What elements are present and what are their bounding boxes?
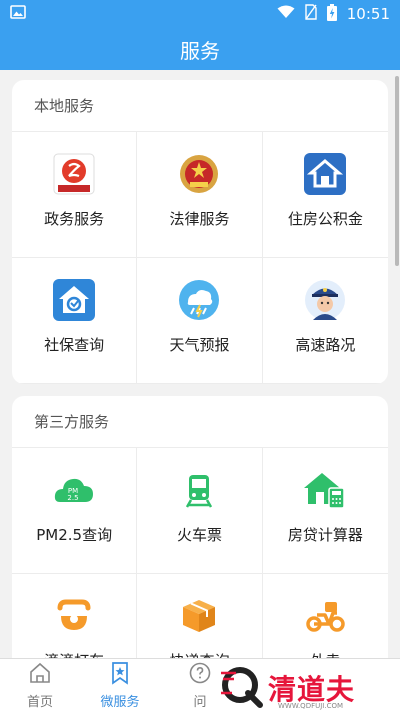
nav-label: 问 (193, 694, 207, 710)
third-party-services-title: 第三方服务 (12, 396, 388, 448)
government-service-icon (52, 152, 96, 196)
service-takeout[interactable]: 外卖 (263, 574, 388, 658)
scrollbar[interactable] (395, 76, 399, 266)
train-icon (177, 468, 221, 512)
service-express[interactable]: 快递查询 (137, 574, 263, 658)
didi-icon (52, 594, 96, 638)
service-label: 房贷计算器 (287, 526, 363, 544)
service-label: 高速路况 (295, 336, 356, 354)
no-sim-icon (305, 4, 317, 24)
local-services-title: 本地服务 (12, 80, 388, 132)
service-label: 政务服务 (44, 210, 105, 228)
service-label: 社保查询 (44, 336, 105, 354)
local-services-card: 本地服务 政务服务 法律服务 住房公积金 社保查询 天气预报 高速路况 (12, 80, 388, 384)
pm25-cloud-icon: PM 2.5 (52, 468, 96, 512)
service-label: 滴滴打车 (44, 650, 104, 658)
nav-item-home[interactable]: 首页 (0, 659, 80, 711)
service-pm25[interactable]: PM 2.5 PM2.5查询 (12, 448, 138, 574)
service-label: 火车票 (176, 526, 222, 544)
home-icon (28, 661, 52, 689)
service-label: 住房公积金 (287, 210, 363, 228)
court-emblem-icon (177, 152, 221, 196)
house-calculator-icon (303, 468, 347, 512)
nav-label: 微服务 (100, 694, 140, 710)
service-label: 外卖 (310, 650, 340, 658)
wifi-icon (277, 5, 295, 23)
svg-text:2.5: 2.5 (68, 494, 79, 502)
service-didi[interactable]: 滴滴打车 (12, 574, 138, 658)
service-label: 法律服务 (169, 210, 230, 228)
watermark-url: WWW.QDFUJI.COM (278, 702, 344, 710)
service-label: 天气预报 (169, 336, 230, 354)
service-highway[interactable]: 高速路况 (262, 258, 388, 384)
status-time: 10:51 (346, 5, 390, 23)
social-security-icon (52, 278, 96, 322)
service-social-security[interactable]: 社保查询 (12, 258, 138, 384)
watermark: 清道夫 WWW.QDFUJI.COM (218, 664, 400, 711)
service-label: PM2.5查询 (36, 526, 113, 544)
service-housing-fund[interactable]: 住房公积金 (262, 132, 388, 258)
scooter-icon (303, 594, 347, 638)
battery-icon (326, 3, 337, 25)
service-label: 快递查询 (169, 650, 229, 658)
service-government[interactable]: 政务服务 (12, 132, 138, 258)
third-party-services-card: 第三方服务 PM 2.5 PM2.5查询 火车票 房贷计算器 (12, 396, 388, 658)
page-title: 服务 (180, 38, 220, 63)
service-mortgage-calculator[interactable]: 房贷计算器 (262, 448, 388, 574)
watermark-logo-icon (218, 663, 268, 711)
image-notification-icon (10, 5, 26, 23)
content-area[interactable]: 本地服务 政务服务 法律服务 住房公积金 社保查询 天气预报 高速路况 第三方服… (0, 70, 400, 658)
house-fund-icon (303, 152, 347, 196)
nav-label: 首页 (26, 694, 53, 710)
status-bar: 10:51 (0, 0, 400, 28)
traffic-police-icon (303, 278, 347, 322)
title-bar: 服务 (0, 28, 400, 70)
service-legal[interactable]: 法律服务 (137, 132, 263, 258)
bookmark-icon (108, 661, 132, 689)
package-icon (177, 594, 221, 638)
service-weather[interactable]: 天气预报 (137, 258, 263, 384)
service-train-ticket[interactable]: 火车票 (137, 448, 263, 574)
weather-icon (177, 278, 221, 322)
nav-item-micro-service[interactable]: 微服务 (80, 659, 160, 711)
question-icon (188, 661, 212, 689)
